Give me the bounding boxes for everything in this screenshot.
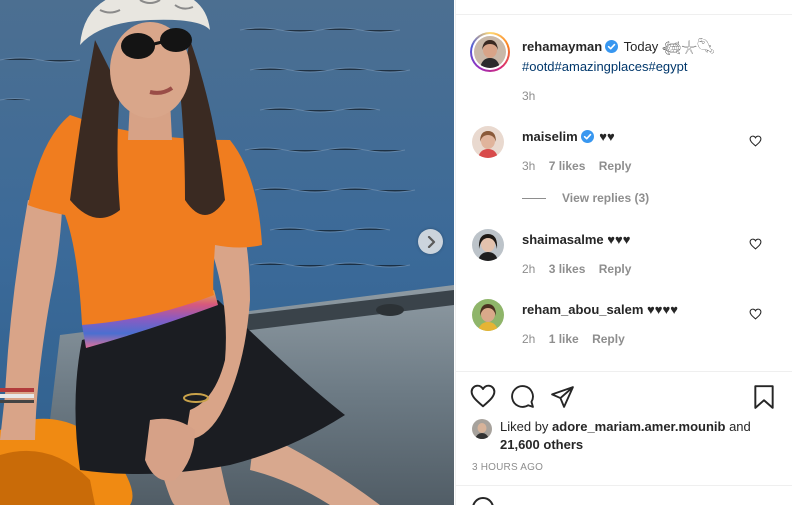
post-time[interactable]: 3h [522, 89, 535, 103]
next-photo-button[interactable] [418, 229, 443, 254]
post-side-panel: rehamayman Today 𓆉𓇼𓆡 #ootd#amazingplaces… [455, 0, 792, 505]
liked-by-line: Liked by adore_mariam.amer.mounib and [500, 418, 751, 436]
action-bar [470, 384, 778, 412]
author-username[interactable]: rehamayman [522, 39, 602, 54]
heart-icon[interactable] [470, 384, 496, 408]
comment-text: ♥♥♥♥ [647, 302, 678, 317]
comment-time[interactable]: 2h [522, 262, 535, 276]
comment-username[interactable]: maiselim [522, 129, 578, 144]
verified-badge-icon [605, 40, 619, 58]
post-timestamp[interactable]: 3 HOURS AGO [472, 462, 543, 473]
comment-time[interactable]: 2h [522, 332, 535, 346]
comment-likes[interactable]: 3 likes [549, 262, 586, 276]
view-replies-button[interactable]: View replies (3) [522, 191, 649, 205]
comment-username[interactable]: reham_abou_salem [522, 302, 643, 317]
author-avatar-image [474, 36, 506, 68]
post-caption: rehamayman Today 𓆉𓇼𓆡 #ootd#amazingplaces… [522, 38, 772, 76]
heart-icon[interactable] [749, 238, 762, 250]
actions-divider [456, 371, 792, 372]
comment-input-divider [456, 485, 792, 486]
view-replies-label: View replies (3) [562, 191, 650, 205]
liked-by-and: and [729, 419, 751, 434]
liker-avatar[interactable] [472, 419, 492, 439]
commenter-avatar[interactable] [472, 126, 504, 158]
commenter-avatar[interactable] [472, 229, 504, 261]
comment-bubble-icon[interactable] [510, 384, 535, 409]
commenter-avatar[interactable] [472, 299, 504, 331]
reply-button[interactable]: Reply [599, 262, 632, 276]
post-photo[interactable] [0, 0, 454, 505]
comment-time[interactable]: 3h [522, 159, 535, 173]
header-divider [456, 14, 792, 15]
liker-username[interactable]: adore_mariam.amer.mounib [552, 419, 725, 434]
reply-button[interactable]: Reply [599, 159, 632, 173]
comment-meta: 2h 1 like Reply [522, 332, 635, 346]
bookmark-icon[interactable] [752, 384, 776, 410]
comment-likes[interactable]: 1 like [549, 332, 579, 346]
comment-text: ♥♥ [599, 129, 615, 144]
comment-meta: 2h 3 likes Reply [522, 262, 641, 276]
verified-badge-icon [580, 130, 594, 148]
comment-text-row: shaimasalme ♥♥♥ [522, 231, 630, 249]
comment-username[interactable]: shaimasalme [522, 232, 604, 247]
heart-icon[interactable] [749, 308, 762, 320]
caption-text: Today 𓆉𓇼𓆡 [623, 39, 715, 54]
comment-meta: 3h 7 likes Reply [522, 159, 641, 173]
comment-likes[interactable]: 7 likes [549, 159, 586, 173]
comment-text: ♥♥♥ [607, 232, 631, 247]
post-image [0, 0, 454, 505]
reply-button[interactable]: Reply [592, 332, 625, 346]
comment-text-row: maiselim ♥♥ [522, 128, 615, 148]
chevron-right-icon [427, 235, 435, 248]
liked-by-prefix: Liked by [500, 419, 549, 434]
heart-icon[interactable] [749, 135, 762, 147]
paper-plane-icon[interactable] [550, 384, 575, 409]
author-avatar[interactable] [470, 32, 510, 72]
comment-text-row: reham_abou_salem ♥♥♥♥ [522, 301, 678, 319]
liked-by-others[interactable]: 21,600 others [500, 436, 583, 454]
caption-hashtags[interactable]: #ootd#amazingplaces#egypt [522, 59, 688, 74]
replies-dash [522, 197, 546, 199]
emoji-icon[interactable] [472, 497, 494, 505]
